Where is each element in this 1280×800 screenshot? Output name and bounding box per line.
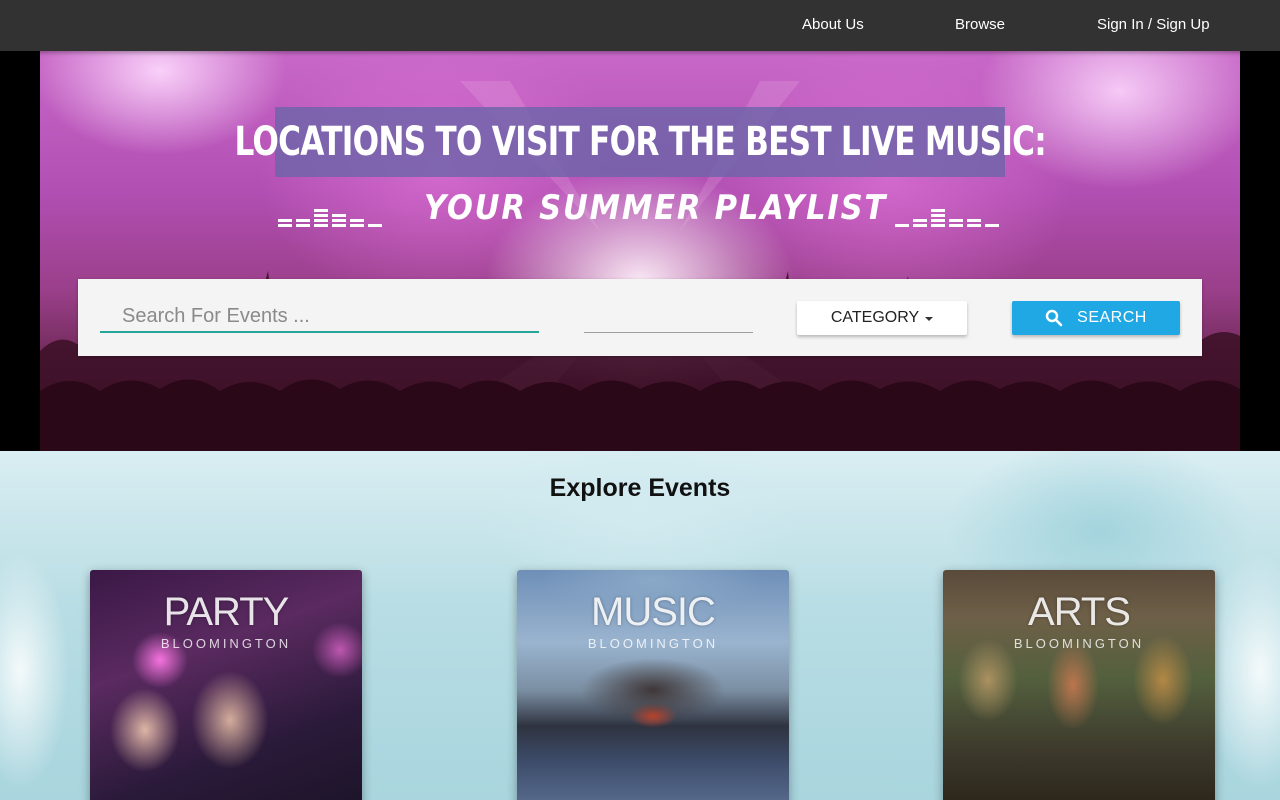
nav-link-about-us[interactable]: About Us [802,16,864,33]
category-label: Category [830,309,920,326]
event-search-input[interactable] [100,301,539,333]
card-title: Party [163,590,290,634]
equalizer-left-icon [278,209,382,227]
event-card-arts[interactable]: Arts Bloomington [943,570,1215,800]
hero-headline: Locations to visit for the best live mus… [234,119,1046,165]
card-subtitle: Bloomington [160,636,292,651]
explore-events-heading: Explore Events [549,474,731,502]
search-button[interactable]: Search [1012,301,1180,335]
search-panel: Category Search [78,279,1202,356]
event-card-party[interactable]: Party Bloomington [90,570,362,800]
nav-link-sign-in[interactable]: Sign In / Sign Up [1097,16,1210,33]
hero-subheadline: Your Summer Playlist [424,188,888,228]
nav-link-browse[interactable]: Browse [955,16,1005,33]
hero-headline-banner: Locations to visit for the best live mus… [234,107,1047,177]
card-title: Music [591,590,716,634]
card-subtitle: Bloomington [587,636,719,651]
date-input[interactable] [584,301,753,333]
hero-section: Locations to visit for the best live mus… [0,51,1280,451]
search-icon [1045,309,1063,327]
hero-banner-image: Locations to visit for the best live mus… [40,51,1240,451]
caret-down-icon [925,317,934,321]
top-navbar: About Us Browse Sign In / Sign Up [0,0,1280,51]
event-card-music[interactable]: Music Bloomington [517,570,789,800]
search-button-label: Search [1077,309,1147,326]
card-subtitle: Bloomington [1013,636,1145,651]
equalizer-right-icon [895,209,999,227]
explore-section: Explore Events Party Bloomington Music B… [0,451,1280,800]
card-title: Arts [1028,590,1131,634]
category-dropdown-button[interactable]: Category [797,301,967,335]
